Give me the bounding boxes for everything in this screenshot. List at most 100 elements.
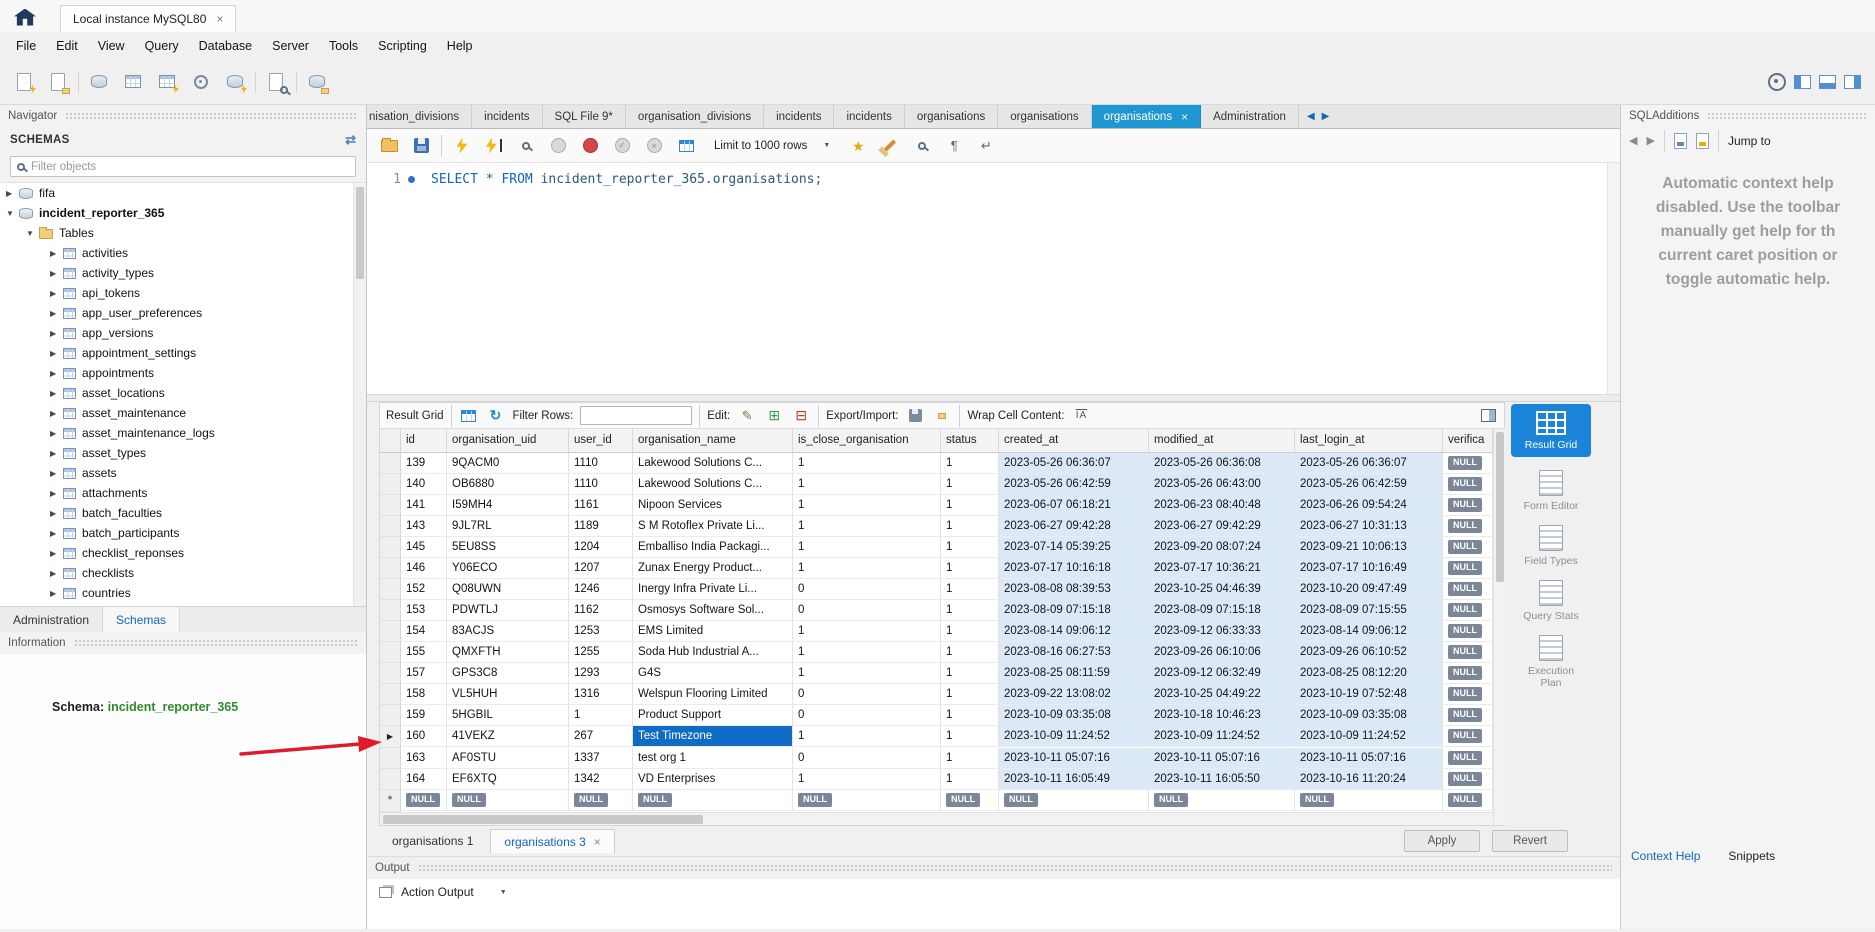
row-gutter[interactable]: * (380, 790, 401, 812)
tree-item-incident-reporter-365[interactable]: ▼incident_reporter_365 (0, 203, 366, 223)
open-file-button[interactable] (377, 134, 401, 158)
edit-cell-button[interactable]: ✎ (737, 406, 757, 426)
grid-cell[interactable]: 1110 (569, 474, 633, 495)
grid-cell[interactable]: 2023-10-09 03:35:08 (999, 705, 1149, 726)
query-tab[interactable]: incidents (834, 105, 904, 128)
grid-cell[interactable]: NULL (1443, 642, 1493, 663)
grid-cell[interactable]: NULL (447, 790, 569, 811)
grid-cell[interactable]: VL5HUH (447, 684, 569, 705)
scrollbar-thumb[interactable] (1496, 432, 1504, 582)
grid-cell[interactable]: 1 (941, 684, 999, 705)
row-gutter[interactable] (380, 684, 401, 705)
grid-cell[interactable]: 146 (401, 558, 447, 579)
chevron-right-icon[interactable]: ▶ (50, 409, 63, 418)
chevron-right-icon[interactable]: ▶ (50, 449, 63, 458)
grid-cell[interactable]: test org 1 (633, 748, 793, 769)
grid-cell[interactable]: 2023-09-12 06:33:33 (1149, 621, 1295, 642)
row-gutter[interactable]: ▶ (380, 726, 401, 748)
grid-cell[interactable]: 2023-06-07 06:18:21 (999, 495, 1149, 516)
grid-cell[interactable]: AF0STU (447, 748, 569, 769)
grid-cell[interactable]: 1246 (569, 579, 633, 600)
grid-cell[interactable]: NULL (1443, 621, 1493, 642)
tab-schemas[interactable]: Schemas (102, 607, 180, 632)
horizontal-scrollbar[interactable] (380, 812, 1493, 825)
query-tab[interactable]: incidents (472, 105, 542, 128)
grid-cell[interactable]: 2023-05-26 06:42:59 (999, 474, 1149, 495)
grid-cell[interactable]: OB6880 (447, 474, 569, 495)
grid-cell[interactable]: 2023-06-27 09:42:29 (1149, 516, 1295, 537)
context-help-doc-icon[interactable] (1674, 133, 1687, 149)
grid-cell[interactable]: 1 (941, 558, 999, 579)
grid-cell[interactable]: 0 (793, 600, 941, 621)
grid-cell[interactable]: 2023-07-17 10:16:49 (1295, 558, 1443, 579)
filter-rows-input[interactable] (580, 406, 692, 425)
grid-cell[interactable]: 1255 (569, 642, 633, 663)
grid-cell[interactable]: 1 (793, 558, 941, 579)
grid-cell[interactable]: NULL (633, 790, 793, 811)
grid-cell[interactable]: 5HGBIL (447, 705, 569, 726)
grid-cell[interactable]: 1 (793, 474, 941, 495)
grid-cell[interactable]: 2023-05-26 06:36:08 (1149, 453, 1295, 474)
row-gutter[interactable] (380, 495, 401, 516)
grid-cell[interactable]: 2023-08-14 09:06:12 (1295, 621, 1443, 642)
chevron-right-icon[interactable]: ▶ (50, 509, 63, 518)
row-gutter[interactable] (380, 621, 401, 642)
scroll-tabs-right-icon[interactable]: ▶ (1322, 111, 1330, 122)
import-button[interactable] (932, 406, 952, 426)
column-header-organisation_uid[interactable]: organisation_uid (447, 429, 569, 453)
reconnect-server-button[interactable] (303, 68, 331, 96)
grid-cell[interactable]: 2023-10-25 04:49:22 (1149, 684, 1295, 705)
grid-cell[interactable]: NULL (1295, 790, 1443, 811)
execute-current-statement-button[interactable] (482, 134, 506, 158)
create-view-button[interactable] (153, 68, 181, 96)
chevron-down-icon[interactable]: ▼ (26, 229, 39, 238)
grid-cell[interactable]: G4S (633, 663, 793, 684)
grid-cell[interactable]: 140 (401, 474, 447, 495)
grid-cell[interactable]: QMXFTH (447, 642, 569, 663)
grid-cell[interactable]: 267 (569, 726, 633, 747)
grid-cell[interactable]: 0 (793, 684, 941, 705)
menu-file[interactable]: File (6, 35, 46, 57)
grid-cell[interactable]: 1 (793, 621, 941, 642)
grid-cell[interactable]: NULL (999, 790, 1149, 811)
chevron-right-icon[interactable]: ▶ (50, 289, 63, 298)
grid-cell[interactable]: Zunax Energy Product... (633, 558, 793, 579)
grid-cell[interactable]: 9JL7RL (447, 516, 569, 537)
column-header-is_close_organisation[interactable]: is_close_organisation (793, 429, 941, 453)
row-gutter[interactable] (380, 705, 401, 726)
home-button[interactable] (8, 4, 42, 30)
stop-query-button[interactable] (546, 134, 570, 158)
grid-cell[interactable]: 2023-08-09 07:15:55 (1295, 600, 1443, 621)
grid-cell[interactable]: 1207 (569, 558, 633, 579)
grid-cell[interactable]: 1 (793, 537, 941, 558)
grid-cell[interactable]: 2023-09-26 06:10:06 (1149, 642, 1295, 663)
grid-cell[interactable]: 1 (941, 748, 999, 769)
export-button[interactable] (905, 406, 925, 426)
grid-cell[interactable]: 2023-05-26 06:42:59 (1295, 474, 1443, 495)
apply-button[interactable]: Apply (1404, 830, 1480, 852)
grid-cell[interactable]: 0 (793, 748, 941, 769)
grid-cell[interactable]: 2023-05-26 06:36:07 (1295, 453, 1443, 474)
beautify-query-button[interactable] (878, 134, 902, 158)
grid-cell[interactable]: 153 (401, 600, 447, 621)
grid-cell[interactable]: 1161 (569, 495, 633, 516)
grid-cell[interactable]: Lakewood Solutions C... (633, 453, 793, 474)
grid-cell[interactable]: 2023-10-25 04:46:39 (1149, 579, 1295, 600)
close-icon[interactable]: × (594, 835, 601, 849)
grid-cell[interactable]: Welspun Flooring Limited (633, 684, 793, 705)
tree-item-asset-maintenance-logs[interactable]: ▶asset_maintenance_logs (0, 423, 366, 443)
grid-cell[interactable]: NULL (1443, 748, 1493, 769)
grid-cell[interactable]: 160 (401, 726, 447, 747)
grid-cell[interactable]: 2023-10-18 10:46:23 (1149, 705, 1295, 726)
grid-cell[interactable]: Inergy Infra Private Li... (633, 579, 793, 600)
auto-context-help-doc-icon[interactable] (1696, 133, 1709, 149)
grid-cell[interactable]: 5EU8SS (447, 537, 569, 558)
grid-cell[interactable]: NULL (1443, 705, 1493, 726)
toggle-left-panel-icon[interactable] (1794, 75, 1811, 89)
grid-cell[interactable]: PDWTLJ (447, 600, 569, 621)
grid-cell[interactable]: NULL (1443, 558, 1493, 579)
chevron-right-icon[interactable]: ▶ (50, 349, 63, 358)
grid-cell[interactable]: NULL (1443, 790, 1493, 811)
row-gutter[interactable] (380, 516, 401, 537)
grid-cell[interactable]: 158 (401, 684, 447, 705)
